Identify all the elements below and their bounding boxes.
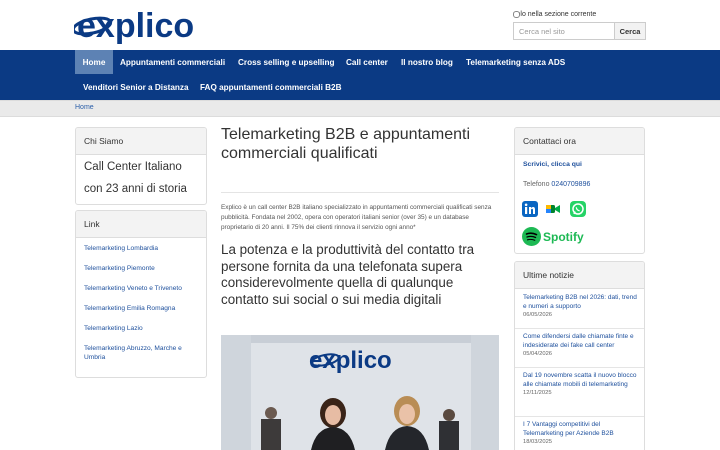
news-title[interactable]: Dal 19 novembre scatta il nuovo blocco a… [523, 372, 641, 389]
link-item-lazio[interactable]: Telemarketing Lazio [84, 324, 204, 333]
main-nav: Home Appuntamenti commerciali Cross sell… [0, 50, 720, 100]
phone-number[interactable]: 0240709896 [551, 181, 590, 188]
contact-box: Contattaci ora Scrivici, clicca qui Tele… [514, 127, 645, 254]
section-only-checkbox[interactable]: solo nella sezione corrente [513, 9, 648, 20]
site-header: explico solo nella sezione corrente Cerc… [0, 0, 720, 50]
explico-logo[interactable]: explico [74, 6, 200, 44]
news-box: Ultime notizie Telemarketing B2B nel 202… [514, 261, 645, 450]
chi-siamo-line2: con 23 anni di storia [84, 183, 187, 195]
news-item[interactable]: Dal 19 novembre scatta il nuovo blocco a… [523, 372, 641, 398]
checkbox-label: solo nella sezione corrente [513, 11, 597, 18]
news-title[interactable]: Telemarketing B2B nel 2026: dati, trend … [523, 294, 641, 311]
nav-item-call-center[interactable]: Call center [346, 50, 388, 74]
news-date: 18/03/2025 [523, 439, 553, 445]
intro-text: Explico è un call center B2B italiano sp… [221, 204, 492, 231]
search-area: solo nella sezione corrente Cerca nel si… [513, 9, 648, 40]
chi-siamo-box: Chi Siamo Call Center Italiano con 23 an… [75, 127, 207, 205]
phone-label: Telefono [523, 181, 550, 188]
news-date: 12/11/2025 [523, 390, 552, 396]
news-divider [515, 367, 644, 368]
chi-siamo-line1: Call Center Italiano [84, 161, 182, 173]
link-item-piemonte[interactable]: Telemarketing Piemonte [84, 264, 204, 273]
nav-item-faq[interactable]: FAQ appuntamenti commerciali B2B [200, 75, 342, 99]
svg-text:explico: explico [77, 7, 194, 44]
linkedin-icon[interactable] [522, 201, 538, 217]
section-subtitle: La potenza e la produttività del contatt… [221, 242, 475, 307]
news-divider [515, 328, 644, 329]
spotify-link[interactable]: Spotify [522, 227, 584, 246]
link-item-veneto[interactable]: Telemarketing Veneto e Triveneto [84, 284, 204, 293]
spotify-label: Spotify [543, 229, 584, 244]
breadcrumb-home[interactable]: Home [75, 104, 94, 111]
news-title[interactable]: Come difendersi dalle chiamate finte e i… [523, 333, 641, 350]
photo-logo-text: explico [309, 347, 392, 374]
team-photo-illustration: explico [221, 335, 499, 450]
news-date: 05/04/2026 [523, 351, 553, 357]
write-us-link[interactable]: Scrivici, clicca qui [523, 161, 582, 168]
nav-item-cross-selling[interactable]: Cross selling e upselling [238, 50, 334, 74]
breadcrumb: Home [0, 100, 720, 117]
title-divider [221, 192, 499, 193]
whatsapp-icon[interactable] [570, 201, 586, 217]
news-date: 06/05/2026 [523, 312, 553, 318]
search-input[interactable]: Cerca nel sito [513, 22, 614, 40]
checkbox-box[interactable] [513, 11, 520, 18]
team-photo: explico [221, 335, 499, 450]
nav-item-venditori[interactable]: Venditori Senior a Distanza [83, 75, 189, 99]
link-item-abruzzo[interactable]: Telemarketing Abruzzo, Marche e Umbria [84, 344, 194, 362]
google-meet-icon[interactable] [545, 201, 561, 217]
news-item[interactable]: Telemarketing B2B nel 2026: dati, trend … [523, 294, 641, 320]
nav-item-telemarketing-ads[interactable]: Telemarketing senza ADS [466, 50, 565, 74]
news-divider [515, 416, 644, 417]
news-title[interactable]: I 7 Vantaggi competitivi del Telemarketi… [523, 421, 641, 438]
spotify-icon [522, 227, 541, 246]
contact-heading: Contattaci ora [515, 128, 644, 155]
chi-siamo-heading: Chi Siamo [76, 128, 206, 155]
link-item-lombardia[interactable]: Telemarketing Lombardia [84, 244, 204, 253]
news-heading: Ultime notizie [515, 262, 644, 289]
news-item[interactable]: I 7 Vantaggi competitivi del Telemarketi… [523, 421, 641, 447]
link-heading: Link [76, 211, 206, 238]
link-item-emilia[interactable]: Telemarketing Emilia Romagna [84, 304, 204, 313]
page-title: Telemarketing B2B e appuntamenti commerc… [221, 126, 471, 162]
nav-item-blog[interactable]: Il nostro blog [401, 50, 453, 74]
search-button[interactable]: Cerca [614, 22, 646, 40]
nav-item-home[interactable]: Home [75, 50, 113, 74]
news-item[interactable]: Come difendersi dalle chiamate finte e i… [523, 333, 641, 359]
phone-line: Telefono 0240709896 [523, 181, 590, 188]
nav-item-appuntamenti[interactable]: Appuntamenti commerciali [120, 50, 225, 74]
link-box: Link Telemarketing Lombardia Telemarketi… [75, 210, 207, 378]
